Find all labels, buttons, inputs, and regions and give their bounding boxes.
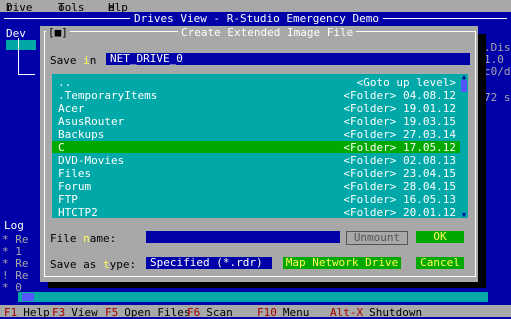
file-list-row[interactable]: FTP <Folder> 16.05.13 bbox=[52, 193, 460, 205]
dialog-shadow-bottom bbox=[48, 282, 486, 288]
scroll-down-arrow[interactable]: ▼ bbox=[460, 212, 468, 219]
file-name-input[interactable] bbox=[146, 231, 340, 243]
file-list-row[interactable]: HTCTP2 <Folder> 20.01.12 bbox=[52, 206, 460, 218]
status-label: View bbox=[71, 306, 98, 319]
ok-button[interactable]: OK bbox=[416, 231, 464, 243]
dialog-title: Create Extended Image File bbox=[178, 27, 357, 38]
file-list-row[interactable]: .. <Goto up level> bbox=[52, 76, 460, 88]
log-horizontal-scrollbar[interactable] bbox=[18, 292, 488, 302]
file-description: <Folder> 20.01.12 bbox=[343, 206, 456, 219]
status-label: Menu bbox=[282, 306, 310, 319]
file-name: Forum bbox=[58, 180, 92, 193]
status-key: F3 bbox=[52, 306, 66, 319]
save-as-type-select[interactable]: Specified (*.rdr) bbox=[146, 257, 272, 269]
file-description: <Folder> 27.03.14 bbox=[343, 128, 456, 141]
dialog-shadow-right bbox=[478, 34, 486, 284]
file-name: .TemporaryItems bbox=[58, 89, 158, 102]
status-label: Scan bbox=[206, 306, 233, 319]
bg-right-text-1: .Dis bbox=[484, 41, 511, 54]
log-pane-label: Log bbox=[4, 219, 24, 232]
status-label: Shutdown bbox=[369, 306, 423, 319]
bg-right-text-3: c0/d bbox=[484, 65, 511, 78]
status-item[interactable]: F6 Scan bbox=[187, 307, 233, 318]
file-description: <Goto up level> bbox=[356, 76, 456, 89]
status-key: Alt-X bbox=[330, 306, 364, 319]
status-key: F5 bbox=[105, 306, 119, 319]
file-list-row[interactable]: .TemporaryItems <Folder> 04.08.12 bbox=[52, 89, 460, 101]
status-item[interactable]: F3 View bbox=[52, 307, 98, 318]
menu-bar: Drive Tools Help bbox=[0, 0, 511, 13]
file-list-row[interactable]: Forum <Folder> 28.04.15 bbox=[52, 180, 460, 192]
cancel-button[interactable]: Cancel bbox=[416, 257, 464, 269]
window-title: Drives View - R-Studio Emergency Demo bbox=[130, 13, 384, 24]
scrollbar-thumb[interactable] bbox=[22, 293, 34, 301]
file-name: HTCTP2 bbox=[58, 206, 98, 219]
file-description: <Folder> 19.03.15 bbox=[343, 115, 456, 128]
file-description: <Folder> 04.08.12 bbox=[343, 89, 456, 102]
status-label: Open Files bbox=[124, 306, 191, 319]
status-key: F10 bbox=[257, 306, 277, 319]
save-as-type-label: Save as type: bbox=[50, 258, 137, 271]
file-name: DVD-Movies bbox=[58, 154, 125, 167]
file-description: <Folder> 23.04.15 bbox=[343, 167, 456, 180]
file-list-row[interactable]: C <Folder> 17.05.12 bbox=[52, 141, 460, 153]
status-item[interactable]: F10 Menu bbox=[257, 307, 309, 318]
file-description: <Folder> 28.04.15 bbox=[343, 180, 456, 193]
file-name-label: File name: bbox=[50, 232, 117, 245]
status-item[interactable]: Alt-X Shutdown bbox=[330, 307, 422, 318]
file-description: <Folder> 17.05.12 bbox=[343, 141, 456, 154]
status-label: Help bbox=[23, 306, 50, 319]
file-list-row[interactable]: Acer <Folder> 19.01.12 bbox=[52, 102, 460, 114]
bg-right-text-4: 72 s bbox=[484, 91, 511, 104]
file-list[interactable]: .. <Goto up level> .TemporaryItems <Folder>… bbox=[52, 74, 460, 218]
file-name: FTP bbox=[58, 193, 78, 206]
file-description: <Folder> 02.08.13 bbox=[343, 154, 456, 167]
file-description: <Folder> 16.05.13 bbox=[343, 193, 456, 206]
save-in-field[interactable]: NET_DRIVE_0 bbox=[106, 53, 470, 65]
status-item[interactable]: F1 Help bbox=[4, 307, 50, 318]
status-item[interactable]: F5 Open Files bbox=[105, 307, 190, 318]
dialog-close-button[interactable]: [■] bbox=[46, 27, 70, 38]
log-line: * 1 bbox=[2, 245, 22, 258]
save-in-label: Save in bbox=[50, 54, 97, 67]
file-name: C bbox=[58, 141, 65, 154]
file-name: AsusRouter bbox=[58, 115, 125, 128]
file-list-scrollbar[interactable]: ▲ ▼ bbox=[460, 74, 468, 219]
status-key: F1 bbox=[4, 306, 18, 319]
scrollbar-thumb[interactable] bbox=[461, 80, 467, 92]
file-name: .. bbox=[58, 76, 72, 89]
file-list-row[interactable]: AsusRouter <Folder> 19.03.15 bbox=[52, 115, 460, 127]
log-line: ! Re bbox=[2, 269, 29, 282]
status-key: F6 bbox=[187, 306, 201, 319]
file-name: Backups bbox=[58, 128, 105, 141]
log-line: * Re bbox=[2, 257, 29, 270]
file-list-row[interactable]: DVD-Movies <Folder> 02.08.13 bbox=[52, 154, 460, 166]
map-network-drive-button[interactable]: Map Network Drive bbox=[283, 257, 401, 269]
file-list-row[interactable]: Backups <Folder> 27.03.14 bbox=[52, 128, 460, 140]
log-line: * Re bbox=[2, 233, 29, 246]
file-name: Acer bbox=[58, 102, 85, 115]
unmount-button[interactable]: Unmount bbox=[346, 231, 408, 245]
status-bar: F1 Help F3 View F5 Open Files F6 Scan F10 Menu Alt… bbox=[0, 305, 511, 318]
device-tree-lines bbox=[18, 38, 35, 75]
file-name: Files bbox=[58, 167, 92, 180]
file-description: <Folder> 19.01.12 bbox=[343, 102, 456, 115]
file-list-row[interactable]: Files <Folder> 23.04.15 bbox=[52, 167, 460, 179]
bg-right-text-2: 1.0 bbox=[484, 53, 504, 66]
